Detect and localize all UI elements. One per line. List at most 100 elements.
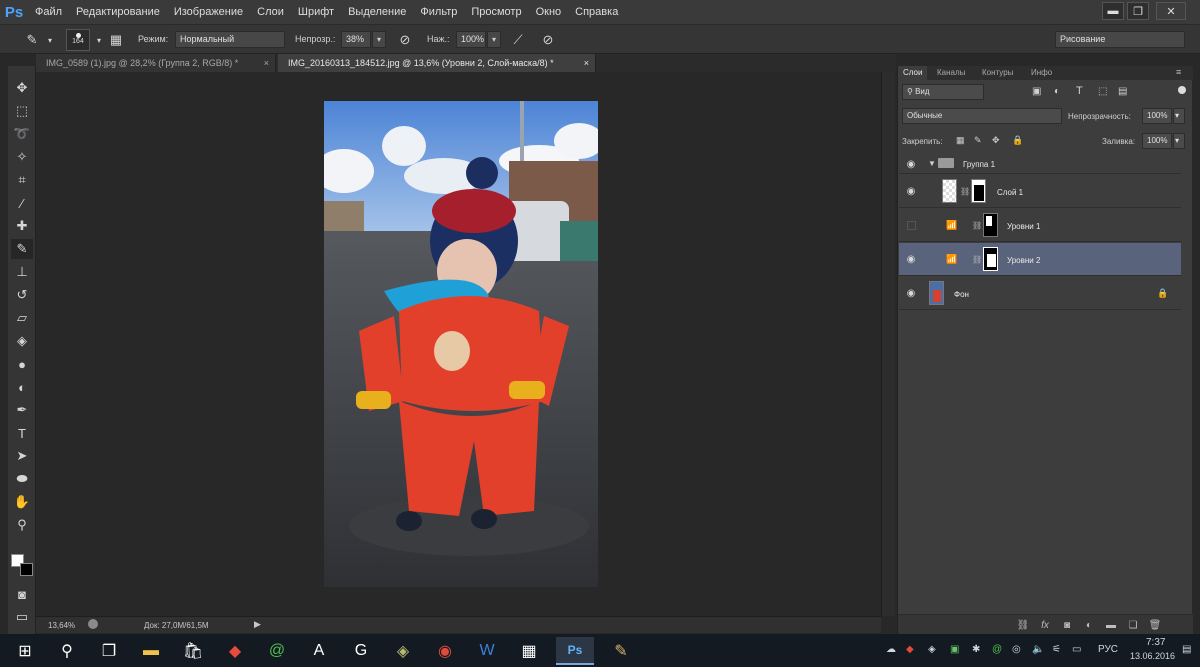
eye-icon[interactable]: ◉ xyxy=(905,186,917,197)
path-selection-tool-icon[interactable]: ➤ xyxy=(11,446,33,466)
blur-tool-icon[interactable]: ● xyxy=(11,354,33,374)
fill-dropdown-icon[interactable]: ▾ xyxy=(1173,133,1185,149)
app-icon-red[interactable]: ◆ xyxy=(216,637,254,665)
add-mask-icon[interactable]: ◙ xyxy=(1060,619,1074,631)
tab-img-0589[interactable]: IMG_0589 (1).jpg @ 28,2% (Группа 2, RGB/… xyxy=(36,54,276,72)
tab-info[interactable]: Инфо xyxy=(1026,66,1057,80)
layer-mask-thumbnail[interactable] xyxy=(971,179,986,203)
brush-preset-picker[interactable]: 164 xyxy=(66,29,90,51)
airbrush-icon[interactable]: ⟋ xyxy=(510,32,526,48)
clone-stamp-tool-icon[interactable]: ⊥ xyxy=(11,262,33,282)
file-explorer-icon[interactable]: ▬ xyxy=(132,637,170,665)
workspace-select[interactable]: Рисование xyxy=(1055,31,1185,48)
status-info-icon[interactable] xyxy=(88,619,98,629)
paint-bucket-tool-icon[interactable]: ◈ xyxy=(11,331,33,351)
input-language[interactable]: РУС xyxy=(1098,644,1118,655)
marquee-tool-icon[interactable]: ⬚ xyxy=(11,101,33,121)
tray-app-icon-3[interactable]: ▣ xyxy=(950,644,959,655)
menu-window[interactable]: Окно xyxy=(529,0,569,24)
store-icon[interactable]: 🛍 xyxy=(174,637,212,665)
layer-opacity-input[interactable]: 100% xyxy=(1142,108,1172,124)
app-icon-document[interactable]: ◈ xyxy=(384,637,422,665)
hand-tool-icon[interactable]: ✋ xyxy=(11,492,33,512)
trash-icon[interactable]: 🗑 xyxy=(1148,619,1162,631)
network-icon[interactable]: ⚟ xyxy=(1052,644,1061,655)
ellipse-tool-icon[interactable]: ⬬ xyxy=(11,469,33,489)
fx-icon[interactable]: fx xyxy=(1038,619,1052,631)
windows-start-icon[interactable]: ⊞ xyxy=(6,637,44,665)
close-tab-icon[interactable]: × xyxy=(264,54,269,72)
cloud-icon[interactable]: ☁ xyxy=(886,644,896,655)
background-color-swatch[interactable] xyxy=(20,563,33,576)
filter-type-icon[interactable]: T xyxy=(1076,85,1083,97)
type-tool-icon[interactable]: T xyxy=(11,423,33,443)
menu-help[interactable]: Справка xyxy=(568,0,625,24)
status-menu-arrow-icon[interactable]: ▶ xyxy=(254,619,261,630)
layer-mask-thumbnail[interactable] xyxy=(983,247,998,271)
filter-smart-object-icon[interactable]: ▤ xyxy=(1118,86,1127,97)
document-photo[interactable] xyxy=(324,101,598,587)
eye-icon[interactable]: ◉ xyxy=(905,159,917,170)
link-chain-icon[interactable]: ⛓ xyxy=(960,187,970,196)
lasso-tool-icon[interactable]: ➰ xyxy=(11,124,33,144)
pen-tool-icon[interactable]: ✒ xyxy=(11,400,33,420)
layer-urovni-1[interactable]: 📶 ⛓ Уровни 1 xyxy=(899,209,1181,242)
eye-icon[interactable]: ◉ xyxy=(905,254,917,265)
app-icon-g[interactable]: G xyxy=(342,637,380,665)
lock-all-icon[interactable]: 🔒 xyxy=(1012,135,1023,146)
panel-menu-icon[interactable]: ≡ xyxy=(1176,67,1181,77)
brush-panel-icon[interactable]: ▦ xyxy=(108,32,124,48)
lock-position-icon[interactable]: ✥ xyxy=(992,135,1000,146)
layer-blend-mode-select[interactable]: Обычные xyxy=(902,108,1062,124)
menu-select[interactable]: Выделение xyxy=(341,0,413,24)
brush-picker-chevron-icon[interactable]: ▾ xyxy=(91,32,107,48)
zoom-tool-icon[interactable]: ⚲ xyxy=(11,515,33,535)
tab-channels[interactable]: Каналы xyxy=(932,66,970,80)
layer-name[interactable]: Группа 1 xyxy=(963,160,995,169)
layer-name[interactable]: Фон xyxy=(954,290,969,299)
blend-mode-select[interactable]: Нормальный xyxy=(175,31,285,48)
battery-icon[interactable]: ▭ xyxy=(1072,644,1081,655)
menu-image[interactable]: Изображение xyxy=(167,0,250,24)
layer-name[interactable]: Уровни 2 xyxy=(1007,256,1040,265)
layer-mask-thumbnail[interactable] xyxy=(983,213,998,237)
eraser-tool-icon[interactable]: ▱ xyxy=(11,308,33,328)
filter-toggle[interactable] xyxy=(1178,86,1186,94)
tab-layers[interactable]: Слои xyxy=(898,66,928,80)
restore-button[interactable]: ❐ xyxy=(1127,2,1149,20)
clock-date[interactable]: 13.06.2016 xyxy=(1130,651,1175,661)
filter-adjustment-icon[interactable]: ◐ xyxy=(1054,86,1060,97)
opacity-input[interactable]: 38% xyxy=(341,31,371,48)
minimize-button[interactable]: ▬ xyxy=(1102,2,1124,20)
task-view-icon[interactable]: ❐ xyxy=(90,637,128,665)
filter-shape-icon[interactable]: ⬚ xyxy=(1098,86,1107,97)
close-window-button[interactable]: ✕ xyxy=(1156,2,1186,20)
history-brush-tool-icon[interactable]: ↺ xyxy=(11,285,33,305)
search-icon[interactable]: ⚲ xyxy=(48,637,86,665)
fill-input[interactable]: 100% xyxy=(1142,133,1172,149)
pressure-opacity-icon[interactable]: ⊘ xyxy=(397,32,413,48)
tray-app-icon-2[interactable]: ◈ xyxy=(928,644,936,655)
eyedropper-tool-icon[interactable]: ⁄ xyxy=(11,193,33,213)
layer-filter-select[interactable]: ⚲ Вид xyxy=(902,84,984,100)
dodge-tool-icon[interactable]: ◐ xyxy=(11,377,33,397)
menu-view[interactable]: Просмотр xyxy=(464,0,528,24)
tab-paths[interactable]: Контуры xyxy=(977,66,1018,80)
chrome-icon[interactable]: ◉ xyxy=(426,637,464,665)
new-group-icon[interactable]: ▬ xyxy=(1104,619,1118,631)
flow-dropdown-icon[interactable]: ▾ xyxy=(487,31,501,48)
link-chain-icon[interactable]: ⛓ xyxy=(972,255,982,264)
menu-edit[interactable]: Редактирование xyxy=(69,0,167,24)
flow-input[interactable]: 100% xyxy=(456,31,486,48)
lock-transparency-icon[interactable]: ▦ xyxy=(956,135,965,146)
healing-brush-tool-icon[interactable]: ✚ xyxy=(11,216,33,236)
crop-tool-icon[interactable]: ⌗ xyxy=(11,170,33,190)
tray-app-icon-1[interactable]: ◆ xyxy=(906,644,914,655)
clock-time[interactable]: 7:37 xyxy=(1146,637,1165,648)
adjustment-layer-icon[interactable]: ◐ xyxy=(1082,619,1096,631)
close-tab-icon[interactable]: × xyxy=(584,54,589,72)
tray-mail-icon[interactable]: @ xyxy=(992,644,1002,655)
move-tool-icon[interactable]: ✥ xyxy=(11,78,33,98)
layer-name[interactable]: Уровни 1 xyxy=(1007,222,1040,231)
tray-app-icon-4[interactable]: ◎ xyxy=(1012,644,1021,655)
